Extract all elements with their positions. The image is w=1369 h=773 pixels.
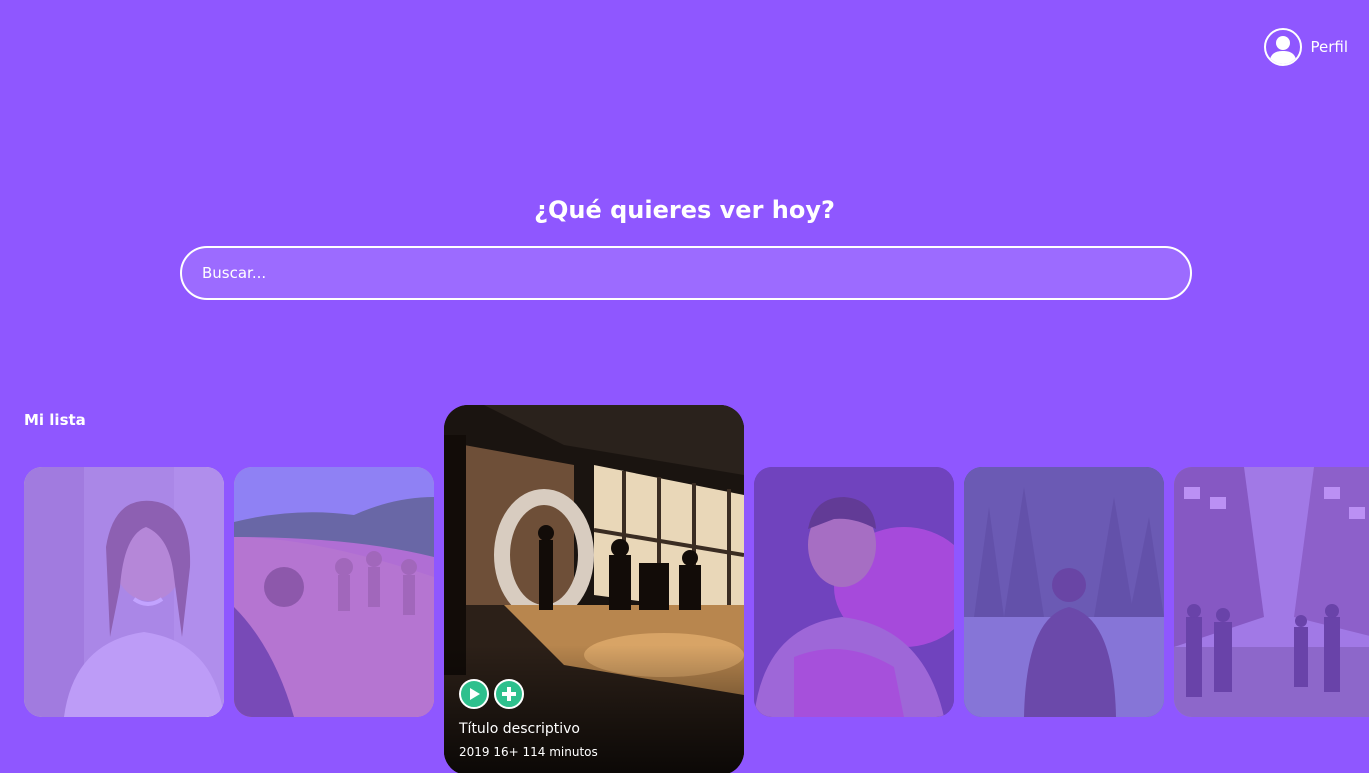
- section-title-my-list: Mi lista: [24, 411, 86, 429]
- featured-title: Título descriptivo: [459, 721, 580, 737]
- list-item-card[interactable]: [1174, 467, 1369, 717]
- list-item-card[interactable]: [24, 467, 224, 717]
- page-title: ¿Qué quieres ver hoy?: [534, 196, 835, 224]
- list-item-card[interactable]: [964, 467, 1164, 717]
- list-item-card[interactable]: [234, 467, 434, 717]
- search-input[interactable]: [180, 246, 1192, 300]
- play-button[interactable]: [459, 679, 489, 709]
- add-to-list-button[interactable]: [494, 679, 524, 709]
- featured-meta: 2019 16+ 114 minutos: [459, 745, 598, 759]
- page: Perfil ¿Qué quieres ver hoy? Mi lista: [0, 0, 1369, 773]
- featured-card[interactable]: Título descriptivo 2019 16+ 114 minutos: [444, 405, 744, 773]
- profile-label: Perfil: [1310, 38, 1348, 56]
- plus-icon: [502, 687, 516, 701]
- user-avatar-icon: [1264, 28, 1303, 66]
- profile-link[interactable]: Perfil: [1264, 28, 1348, 66]
- featured-actions: [459, 679, 524, 709]
- list-item-card[interactable]: [754, 467, 954, 717]
- play-icon: [470, 688, 480, 700]
